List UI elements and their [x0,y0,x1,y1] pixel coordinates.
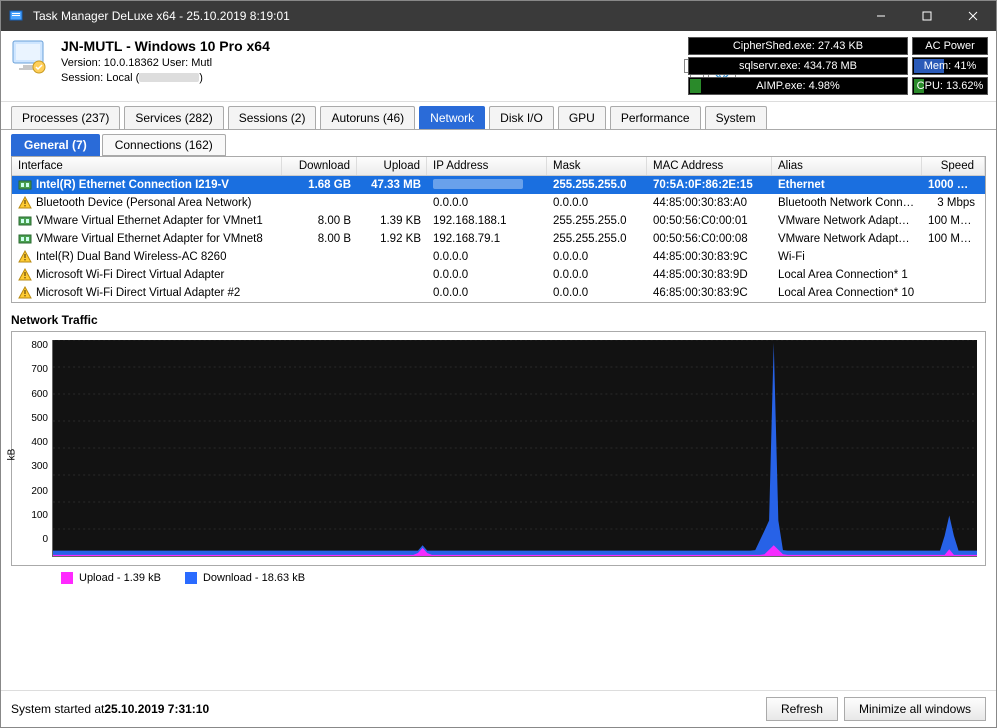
tab-network[interactable]: Network [419,106,485,129]
table-row[interactable]: Microsoft Wi-Fi Direct Virtual Adapter0.… [12,266,985,284]
top-cpu-process: AIMP.exe: 4.98% [688,77,908,95]
tab-performance[interactable]: Performance [610,106,701,129]
minimize-all-button[interactable]: Minimize all windows [844,697,986,721]
col-mask[interactable]: Mask [547,157,647,175]
refresh-button[interactable]: Refresh [766,697,838,721]
started-time: 25.10.2019 7:31:10 [104,702,209,716]
tab-autoruns[interactable]: Autoruns (46) [320,106,415,129]
col-interface[interactable]: Interface [12,157,282,175]
interface-grid: Interface Download Upload IP Address Mas… [11,156,986,303]
maximize-window-button[interactable] [904,1,950,31]
window-title: Task Manager DeLuxe x64 - 25.10.2019 8:1… [33,9,858,23]
col-mac[interactable]: MAC Address [647,157,772,175]
top-mem-process: sqlservr.exe: 434.78 MB [688,57,908,75]
table-row[interactable]: Microsoft Wi-Fi Direct Virtual Adapter #… [12,284,985,302]
close-window-button[interactable] [950,1,996,31]
nic-icon [18,214,32,228]
version-line: Version: 10.0.18362 User: Mutl [61,56,270,71]
table-row[interactable]: Intel(R) Dual Band Wireless-AC 82600.0.0… [12,248,985,266]
started-label: System started at [11,702,104,716]
grid-body: Intel(R) Ethernet Connection I219-V1.68 … [12,176,985,302]
chart-canvas [52,340,977,557]
table-row[interactable]: VMware Virtual Ethernet Adapter for VMne… [12,212,985,230]
sub-tabs: General (7) Connections (162) [1,130,996,156]
header: JN-MUTL - Windows 10 Pro x64 Version: 10… [1,31,996,102]
col-speed[interactable]: Speed [922,157,985,175]
col-alias[interactable]: Alias [772,157,922,175]
table-row[interactable]: Bluetooth Device (Personal Area Network)… [12,194,985,212]
tab-system[interactable]: System [705,106,767,129]
hostname: JN-MUTL - Windows 10 Pro x64 [61,37,270,56]
cpu-box: CPU: 13.62% [912,77,988,95]
traffic-chart: kB 8007006005004003002001000 [11,331,986,566]
subtab-connections[interactable]: Connections (162) [102,134,226,156]
download-swatch [185,572,197,584]
system-info: JN-MUTL - Windows 10 Pro x64 Version: 10… [61,37,270,86]
nic-icon [18,178,32,192]
warning-icon [18,268,32,282]
legend: Upload - 1.39 kB Download - 18.63 kB [11,566,986,584]
tab-processes[interactable]: Processes (237) [11,106,120,129]
tab-services[interactable]: Services (282) [124,106,223,129]
mem-box: Mem: 41% [912,57,988,75]
main-tabs: Processes (237) Services (282) Sessions … [1,102,996,130]
subtab-general[interactable]: General (7) [11,134,100,156]
minimize-window-button[interactable] [858,1,904,31]
ac-power-box: AC Power [912,37,988,55]
legend-upload: Upload - 1.39 kB [61,572,161,584]
col-ip[interactable]: IP Address [427,157,547,175]
traffic-section: Network Traffic kB 800700600500400300200… [11,313,986,584]
tab-gpu[interactable]: GPU [558,106,606,129]
nic-icon [18,232,32,246]
tab-diskio[interactable]: Disk I/O [489,106,554,129]
col-download[interactable]: Download [282,157,357,175]
session-line: Session: Local () [61,71,270,86]
warning-icon [18,250,32,264]
titlebar: Task Manager DeLuxe x64 - 25.10.2019 8:1… [1,1,996,31]
grid-header: Interface Download Upload IP Address Mas… [12,157,985,176]
top-io-process: CipherShed.exe: 27.43 KB [688,37,908,55]
col-upload[interactable]: Upload [357,157,427,175]
legend-download: Download - 18.63 kB [185,572,305,584]
footer: System started at 25.10.2019 7:31:10 Ref… [1,690,996,727]
app-icon [9,8,25,24]
traffic-title: Network Traffic [11,313,986,327]
table-row[interactable]: Intel(R) Ethernet Connection I219-V1.68 … [12,176,985,194]
y-axis-label: kB [6,448,17,460]
upload-swatch [61,572,73,584]
y-axis: kB 8007006005004003002001000 [12,332,52,565]
warning-icon [18,196,32,210]
warning-icon [18,286,32,300]
table-row[interactable]: VMware Virtual Ethernet Adapter for VMne… [12,230,985,248]
tab-sessions[interactable]: Sessions (2) [228,106,317,129]
computer-icon [9,37,53,77]
